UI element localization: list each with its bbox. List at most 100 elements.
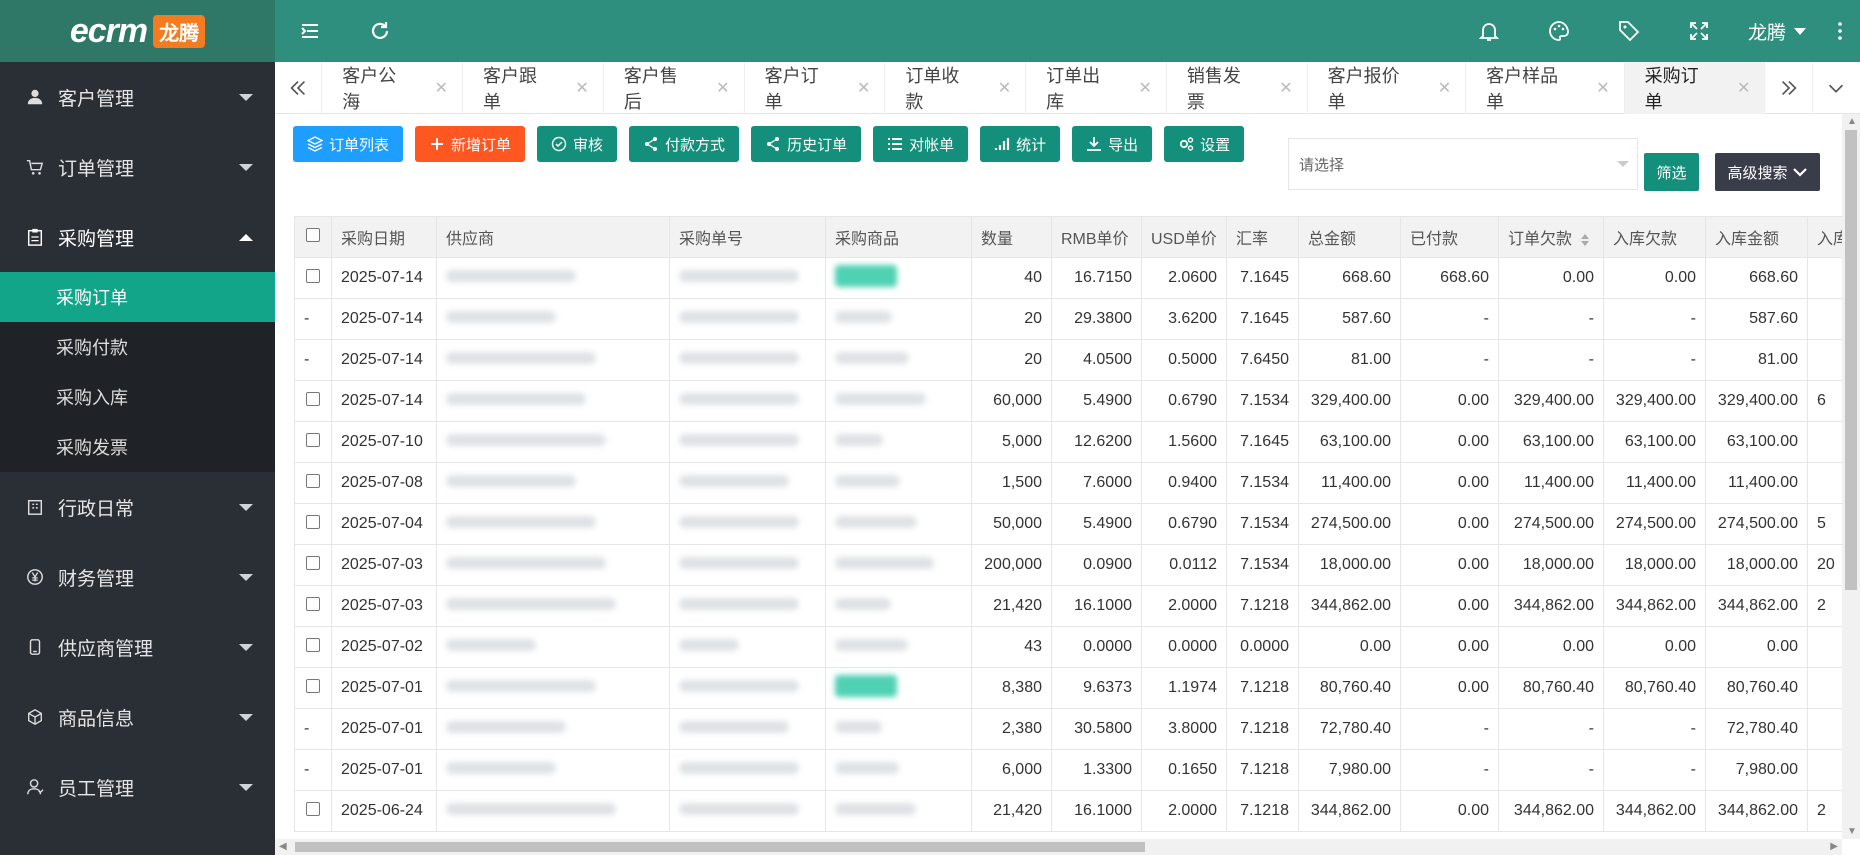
settings-button[interactable]: 设置 [1164, 126, 1245, 162]
row-checkbox[interactable] [294, 421, 332, 463]
tag-button[interactable] [1594, 0, 1664, 62]
submenu-purchase-invoice[interactable]: 采购发票 [0, 422, 275, 472]
fullscreen-button[interactable] [1664, 0, 1734, 62]
close-icon[interactable]: ✕ [716, 78, 729, 98]
submenu-purchase-payment[interactable]: 采购付款 [0, 322, 275, 372]
table-row[interactable]: 2025-07-08 1,500 7.6000 0.9400 7.1534 11,400.… [294, 462, 1842, 504]
column-header[interactable]: 数量 [971, 216, 1052, 258]
column-header[interactable]: USD单价 [1141, 216, 1227, 258]
submenu-purchase-inbound[interactable]: 采购入库 [0, 372, 275, 422]
filter-select[interactable]: 请选择 [1288, 138, 1638, 190]
close-icon[interactable]: ✕ [1737, 78, 1750, 98]
scroll-up-icon[interactable]: ▲ [1847, 116, 1857, 127]
row-checkbox[interactable] [294, 503, 332, 545]
filter-button[interactable]: 筛选 [1644, 153, 1699, 191]
refresh-button[interactable] [345, 0, 415, 62]
row-checkbox[interactable] [294, 667, 332, 709]
row-checkbox[interactable] [294, 544, 332, 586]
stats-button[interactable]: 统计 [980, 126, 1061, 162]
table-row[interactable]: 2025-07-01 8,380 9.6373 1.1974 7.1218 80,760.… [294, 667, 1842, 709]
table-row[interactable]: -2025-07-14 20 4.0500 0.5000 7.6450 81.00- - -8… [294, 339, 1842, 381]
menu-toggle-button[interactable] [275, 0, 345, 62]
table-row[interactable]: -2025-07-14 20 29.3800 3.6200 7.1645 587.60- -… [294, 298, 1842, 340]
table-row[interactable]: 2025-07-10 5,000 12.6200 1.5600 7.1645 63,100… [294, 421, 1842, 463]
sidebar-item-customer[interactable]: 客户管理 [0, 62, 275, 132]
row-checkbox[interactable] [294, 585, 332, 627]
column-header[interactable]: 入库 [1807, 216, 1842, 258]
export-button[interactable]: 导出 [1072, 126, 1153, 162]
table-row[interactable]: -2025-07-01 6,000 1.3300 0.1650 7.1218 7,980.… [294, 749, 1842, 791]
close-icon[interactable]: ✕ [575, 78, 588, 98]
horizontal-scrollbar[interactable]: ◀ ▶ [275, 839, 1842, 855]
table-row[interactable]: 2025-07-03 21,420 16.1000 2.0000 7.1218 344,8… [294, 585, 1842, 627]
close-icon[interactable]: ✕ [998, 78, 1011, 98]
close-icon[interactable]: ✕ [435, 78, 448, 98]
table-row[interactable]: 2025-07-03 200,000 0.0900 0.0112 7.1534 18,00… [294, 544, 1842, 586]
tab-customer-sample[interactable]: 客户样品单 ✕ [1466, 61, 1625, 114]
sidebar-item-finance[interactable]: 财务管理 [0, 542, 275, 612]
column-header[interactable]: RMB单价 [1051, 216, 1142, 258]
column-header[interactable]: 采购日期 [331, 216, 437, 258]
close-icon[interactable]: ✕ [857, 78, 870, 98]
close-icon[interactable]: ✕ [1138, 78, 1151, 98]
tab-sales-invoice[interactable]: 销售发票 ✕ [1167, 61, 1308, 114]
tab-purchase-order[interactable]: 采购订单 ✕ [1624, 61, 1766, 114]
more-button[interactable] [1820, 0, 1860, 62]
sidebar-item-staff[interactable]: 员工管理 [0, 752, 275, 822]
column-header[interactable]: 已付款 [1400, 216, 1499, 258]
close-icon[interactable]: ✕ [1596, 78, 1609, 98]
order-list-button[interactable]: 订单列表 [293, 126, 404, 162]
history-order-button[interactable]: 历史订单 [751, 126, 862, 162]
user-menu[interactable]: 龙腾 [1734, 18, 1820, 45]
audit-button[interactable]: 审核 [537, 126, 618, 162]
tab-customer-follow[interactable]: 客户跟单 ✕ [463, 61, 604, 114]
row-checkbox[interactable] [294, 462, 332, 504]
tab-customer-quote[interactable]: 客户报价单 ✕ [1308, 61, 1467, 114]
row-checkbox[interactable] [294, 626, 332, 668]
scroll-thumb[interactable] [1845, 130, 1857, 590]
tab-scroll-left-button[interactable] [275, 61, 323, 114]
submenu-purchase-order[interactable]: 采购订单 [0, 272, 275, 322]
column-header[interactable]: 供应商 [436, 216, 670, 258]
tab-customer-order[interactable]: 客户订单 ✕ [745, 61, 886, 114]
tab-customer-pool[interactable]: 客户公海 ✕ [322, 61, 464, 114]
table-row[interactable]: 2025-07-04 50,000 5.4900 0.6790 7.1534 274,50… [294, 503, 1842, 545]
advanced-search-button[interactable]: 高级搜索 [1715, 153, 1820, 191]
column-header[interactable]: 入库欠款 [1603, 216, 1706, 258]
scroll-left-icon[interactable]: ◀ [279, 841, 287, 852]
column-header-sortable[interactable]: 订单欠款 [1498, 216, 1604, 258]
vertical-scrollbar[interactable]: ▲ ▼ [1842, 114, 1860, 839]
statement-button[interactable]: 对帐单 [873, 126, 969, 162]
table-row[interactable]: -2025-07-01 2,380 30.5800 3.8000 7.1218 72,78… [294, 708, 1842, 750]
column-header[interactable]: 汇率 [1226, 216, 1299, 258]
select-all-checkbox[interactable] [294, 216, 332, 258]
payment-method-button[interactable]: 付款方式 [629, 126, 740, 162]
table-row[interactable]: 2025-07-14 40 16.7150 2.0600 7.1645 668.60 668… [294, 257, 1842, 299]
notification-button[interactable] [1454, 0, 1524, 62]
new-order-button[interactable]: 新增订单 [415, 126, 526, 162]
row-checkbox[interactable] [294, 257, 332, 299]
column-header[interactable]: 总金额 [1298, 216, 1401, 258]
row-checkbox[interactable] [294, 790, 332, 832]
table-row[interactable]: 2025-07-14 60,000 5.4900 0.6790 7.1534 329,40… [294, 380, 1842, 422]
column-header[interactable]: 采购单号 [669, 216, 826, 258]
scroll-right-icon[interactable]: ▶ [1830, 841, 1838, 852]
sidebar-item-admin[interactable]: 行政日常 [0, 472, 275, 542]
tab-customer-aftersale[interactable]: 客户售后 ✕ [604, 61, 745, 114]
tab-dropdown-button[interactable] [1813, 62, 1860, 114]
theme-button[interactable] [1524, 0, 1594, 62]
tab-scroll-right-button[interactable] [1765, 61, 1813, 114]
sidebar-item-supplier[interactable]: 供应商管理 [0, 612, 275, 682]
sidebar-item-order[interactable]: 订单管理 [0, 132, 275, 202]
column-header[interactable]: 采购商品 [825, 216, 972, 258]
scroll-thumb[interactable] [295, 842, 1145, 852]
close-icon[interactable]: ✕ [1279, 78, 1292, 98]
table-row[interactable]: 2025-07-02 43 0.0000 0.0000 0.0000 0.00 0.00 0.… [294, 626, 1842, 668]
table-row[interactable]: 2025-06-24 21,420 16.1000 2.0000 7.1218 344,8… [294, 790, 1842, 832]
tab-order-outbound[interactable]: 订单出库 ✕ [1026, 61, 1167, 114]
row-checkbox[interactable] [294, 380, 332, 422]
column-header[interactable]: 入库金额 [1705, 216, 1808, 258]
tab-order-receipt[interactable]: 订单收款 ✕ [885, 61, 1027, 114]
sidebar-item-product[interactable]: 商品信息 [0, 682, 275, 752]
close-icon[interactable]: ✕ [1438, 78, 1451, 98]
